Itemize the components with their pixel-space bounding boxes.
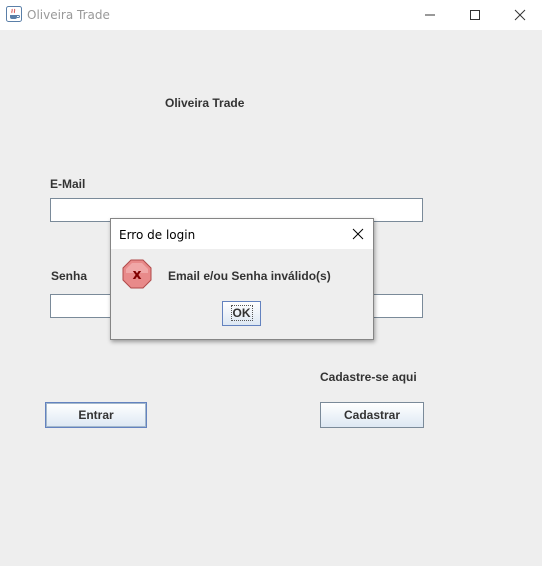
- close-icon: [514, 9, 526, 21]
- dialog-titlebar: Erro de login: [111, 219, 373, 249]
- ok-button-label: OK: [230, 305, 253, 321]
- minimize-icon: [425, 14, 435, 16]
- maximize-button[interactable]: [452, 0, 498, 30]
- entrar-button[interactable]: Entrar: [45, 402, 147, 428]
- app-heading: Oliveira Trade: [165, 96, 245, 110]
- dialog-message: Email e/ou Senha inválido(s): [168, 269, 331, 283]
- dialog-close-button[interactable]: [343, 219, 373, 249]
- senha-label: Senha: [51, 269, 88, 283]
- close-icon: [352, 228, 364, 240]
- dialog-title: Erro de login: [119, 228, 196, 242]
- cadastrar-button[interactable]: Cadastrar: [320, 402, 424, 428]
- java-cup-icon: [6, 6, 22, 22]
- svg-text:x: x: [132, 267, 141, 283]
- maximize-icon: [470, 10, 480, 20]
- window-close-button[interactable]: [497, 0, 542, 30]
- window-titlebar: Oliveira Trade: [0, 0, 542, 30]
- email-label: E-Mail: [50, 177, 86, 191]
- login-error-dialog: Erro de login x Email e/ou Senha inválid…: [110, 218, 374, 340]
- cadastre-label: Cadastre-se aqui: [320, 370, 417, 384]
- window-title: Oliveira Trade: [27, 8, 110, 22]
- error-icon: x: [122, 259, 152, 289]
- ok-button[interactable]: OK: [222, 301, 261, 326]
- minimize-button[interactable]: [407, 0, 453, 30]
